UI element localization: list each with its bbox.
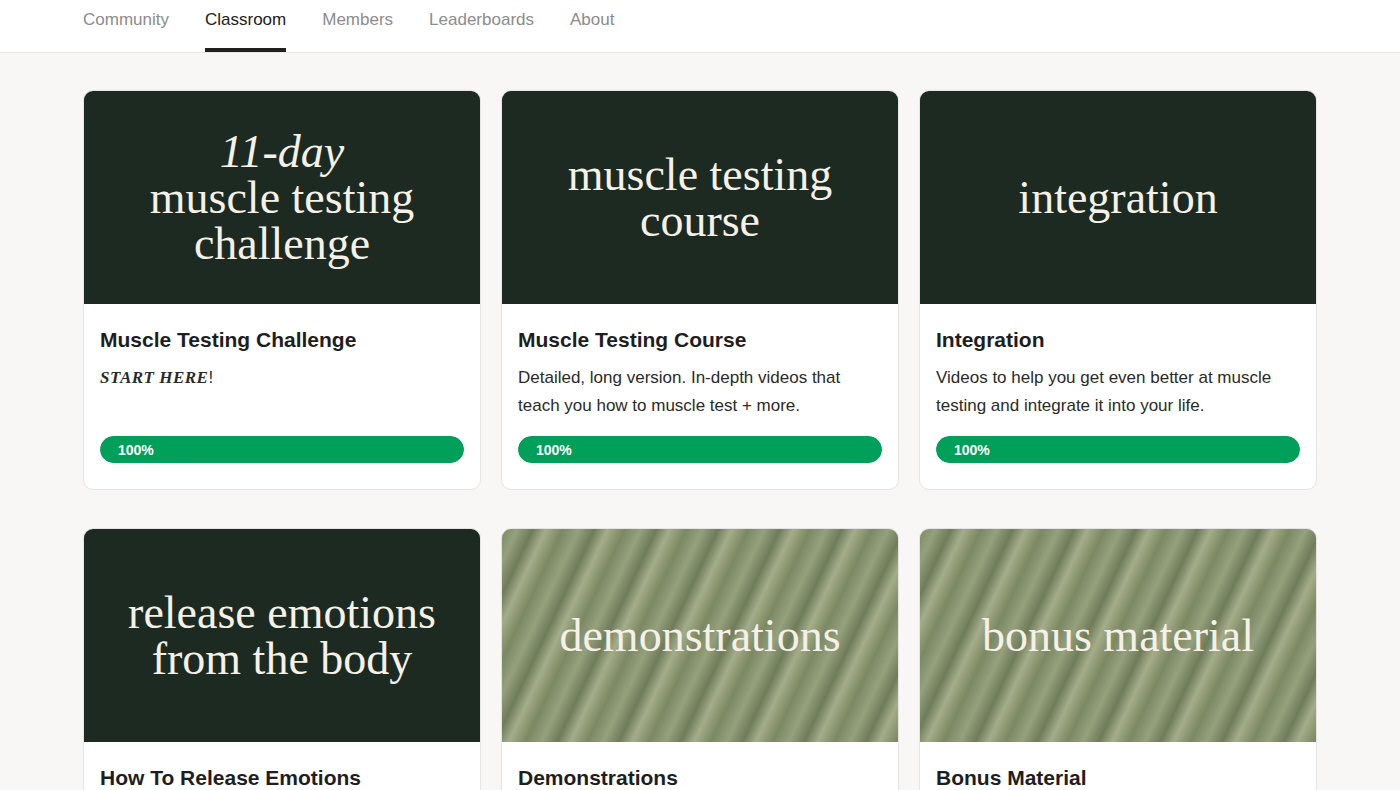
course-grid: 11-daymuscle testingchallengeMuscle Test… (0, 53, 1400, 790)
description-emphasis: START HERE (100, 368, 208, 387)
cover-text: course (640, 198, 760, 244)
course-cover: release emotionsfrom the body (84, 529, 480, 742)
course-card[interactable]: muscle testingcourseMuscle Testing Cours… (501, 90, 899, 490)
course-card[interactable]: bonus material Bonus Material (919, 528, 1317, 790)
progress-bar: 100% (936, 436, 1300, 463)
course-description: Videos to help you get even better at mu… (936, 364, 1300, 420)
cover-text: integration (1018, 175, 1217, 221)
nav-bar: Community Classroom Members Leaderboards Abo… (0, 0, 1400, 53)
course-description: START HERE! (100, 364, 464, 420)
course-body: Bonus Material (920, 742, 1316, 790)
course-cover: bonus material (920, 529, 1316, 742)
course-description: Detailed, long version. In-depth videos … (518, 364, 882, 420)
course-title: Integration (936, 326, 1300, 354)
course-title: Bonus Material (936, 764, 1300, 790)
course-title: Demonstrations (518, 764, 882, 790)
cover-text: 11-day (220, 129, 344, 175)
progress-fill: 100% (518, 436, 882, 463)
cover-text: demonstrations (559, 613, 840, 659)
course-cover: integration (920, 91, 1316, 304)
course-body: Integration Videos to help you get even b… (920, 304, 1316, 489)
progress-bar: 100% (100, 436, 464, 463)
course-card[interactable]: integration Integration Videos to help you… (919, 90, 1317, 490)
progress-fill: 100% (100, 436, 464, 463)
course-card[interactable]: 11-daymuscle testingchallengeMuscle Test… (83, 90, 481, 490)
cover-text: release emotions (128, 590, 436, 636)
course-body: Muscle Testing Challenge START HERE! 100% (84, 304, 480, 489)
nav-tab[interactable]: Members (322, 6, 393, 52)
course-title: Muscle Testing Challenge (100, 326, 464, 354)
course-cover: 11-daymuscle testingchallenge (84, 91, 480, 304)
progress-bar: 100% (518, 436, 882, 463)
course-body: Demonstrations (502, 742, 898, 790)
cover-text: from the body (152, 636, 413, 682)
nav-tab[interactable]: About (570, 6, 614, 52)
cover-text: challenge (194, 221, 370, 267)
course-card[interactable]: release emotionsfrom the body How To Rele… (83, 528, 481, 790)
nav-tab[interactable]: Classroom (205, 6, 286, 52)
course-cover: demonstrations (502, 529, 898, 742)
course-cover: muscle testingcourse (502, 91, 898, 304)
course-title: How To Release Emotions (100, 764, 464, 790)
cover-text: bonus material (982, 613, 1254, 659)
cover-text: muscle testing (150, 175, 414, 221)
course-title: Muscle Testing Course (518, 326, 882, 354)
course-body: How To Release Emotions (84, 742, 480, 790)
page: Community Classroom Members Leaderboards Abo… (0, 0, 1400, 790)
cover-text: muscle testing (568, 152, 832, 198)
course-card[interactable]: demonstrations Demonstrations (501, 528, 899, 790)
progress-fill: 100% (936, 436, 1300, 463)
nav-tab[interactable]: Leaderboards (429, 6, 534, 52)
nav-tab[interactable]: Community (83, 6, 169, 52)
course-body: Muscle Testing Course Detailed, long vers… (502, 304, 898, 489)
